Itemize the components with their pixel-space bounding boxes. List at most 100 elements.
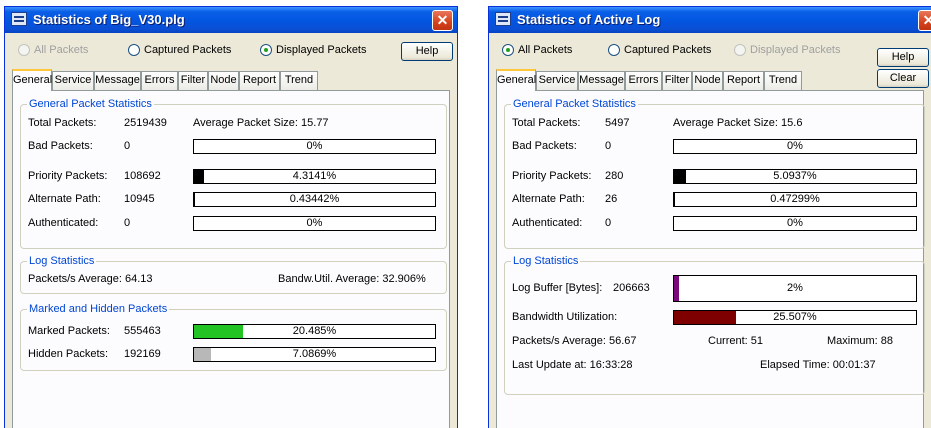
log-statistics-group: Log Statistics Log Buffer [Bytes]: 20666…	[504, 255, 925, 395]
alternate-path-value: 10945	[124, 193, 155, 205]
marked-packets-percent: 20.485%	[292, 325, 337, 337]
left-title-bar[interactable]: Statistics of Big_V30.plg ✕	[5, 7, 457, 33]
tab-node[interactable]: Node	[208, 71, 239, 90]
marked-hidden-packets-group: Marked and Hidden Packets Marked Packets…	[20, 303, 447, 371]
tab-filter[interactable]: Filter	[178, 71, 208, 90]
authenticated-bar: 0%	[193, 216, 436, 231]
packets-per-second-average: Packets/s Average: 64.13	[28, 273, 153, 285]
tab-report[interactable]: Report	[239, 71, 280, 90]
authenticated-value: 0	[605, 217, 612, 229]
priority-packets-value: 280	[605, 170, 624, 182]
bad-packets-percent: 0%	[306, 140, 323, 152]
tab-errors[interactable]: Errors	[625, 71, 662, 90]
tab-node[interactable]: Node	[692, 71, 723, 90]
right-statistics-window: Statistics of Active Log ✕ All Packets C…	[488, 6, 931, 428]
priority-packets-label: Priority Packets:	[512, 170, 592, 182]
tab-general[interactable]: General	[496, 69, 536, 91]
radio-captured-packets[interactable]: Captured Packets	[128, 44, 231, 56]
radio-all-packets[interactable]: All Packets	[18, 44, 88, 56]
close-icon[interactable]: ✕	[432, 10, 453, 31]
general-tab-panel: General Packet Statistics Total Packets:…	[12, 90, 450, 428]
log-buffer-percent: 2%	[787, 282, 803, 294]
radio-displayed-packets[interactable]: Displayed Packets	[260, 44, 367, 56]
marked-packets-label: Marked Packets:	[28, 325, 110, 337]
total-packets-value: 2519439	[124, 117, 167, 129]
total-packets-label: Total Packets:	[512, 117, 581, 129]
left-window-title: Statistics of Big_V30.plg	[33, 12, 185, 27]
tab-report[interactable]: Report	[723, 71, 764, 90]
bad-packets-value: 0	[605, 140, 612, 152]
bad-packets-bar: 0%	[193, 139, 436, 154]
tab-trend[interactable]: Trend	[764, 71, 802, 90]
radio-captured-packets[interactable]: Captured Packets	[608, 44, 711, 56]
tab-service[interactable]: Service	[536, 71, 578, 90]
authenticated-percent: 0%	[306, 217, 323, 229]
tab-message[interactable]: Message	[94, 71, 141, 90]
priority-packets-bar: 4.3141%	[193, 169, 436, 184]
alternate-path-percent: 0.47299%	[770, 193, 820, 205]
authenticated-bar: 0%	[673, 216, 917, 231]
tab-trend[interactable]: Trend	[280, 71, 318, 90]
group-title: Log Statistics	[511, 255, 581, 267]
radio-displayed-packets[interactable]: Displayed Packets	[734, 44, 841, 56]
tab-message[interactable]: Message	[578, 71, 625, 90]
total-packets-label: Total Packets:	[28, 117, 97, 129]
authenticated-label: Authenticated:	[512, 217, 583, 229]
right-title-bar[interactable]: Statistics of Active Log ✕	[489, 7, 931, 33]
hidden-packets-percent: 7.0869%	[292, 348, 337, 360]
hidden-packets-bar: 7.0869%	[193, 347, 436, 362]
right-window-title: Statistics of Active Log	[517, 12, 661, 27]
general-packet-statistics-group: General Packet Statistics Total Packets:…	[20, 98, 447, 249]
marked-packets-bar: 20.485%	[193, 324, 436, 339]
alternate-path-label: Alternate Path:	[28, 193, 101, 205]
group-title: General Packet Statistics	[511, 98, 638, 110]
app-window-icon	[11, 12, 27, 26]
tab-general[interactable]: General	[12, 69, 52, 91]
radio-all-packets[interactable]: All Packets	[502, 44, 572, 56]
alternate-path-bar: 0.43442%	[193, 192, 436, 207]
group-title: Marked and Hidden Packets	[27, 303, 170, 315]
bad-packets-value: 0	[124, 140, 131, 152]
log-statistics-group: Log Statistics Packets/s Average: 64.13 …	[20, 255, 447, 294]
log-buffer-bar: 2%	[673, 275, 917, 302]
alternate-path-value: 26	[605, 193, 618, 205]
average-packet-size: Average Packet Size: 15.77	[193, 117, 329, 129]
priority-packets-label: Priority Packets:	[28, 170, 108, 182]
total-packets-value: 5497	[605, 117, 630, 129]
average-packet-size: Average Packet Size: 15.6	[673, 117, 803, 129]
help-button[interactable]: Help	[401, 42, 453, 61]
alternate-path-label: Alternate Path:	[512, 193, 585, 205]
left-statistics-window: Statistics of Big_V30.plg ✕ All Packets …	[4, 6, 458, 428]
current-rate: Current: 51	[708, 335, 764, 347]
alternate-path-bar: 0.47299%	[673, 192, 917, 207]
marked-packets-value: 555463	[124, 325, 161, 337]
app-window-icon	[495, 12, 511, 26]
close-icon[interactable]: ✕	[918, 10, 931, 31]
group-title: General Packet Statistics	[27, 98, 154, 110]
last-update-time: Last Update at: 16:33:28	[512, 359, 633, 371]
authenticated-value: 0	[124, 217, 131, 229]
bandwidth-utilization-percent: 25.507%	[773, 311, 817, 323]
tab-service[interactable]: Service	[52, 71, 94, 90]
group-title: Log Statistics	[27, 255, 97, 267]
tab-errors[interactable]: Errors	[141, 71, 178, 90]
bandwidth-utilization-label: Bandwidth Utilization:	[512, 311, 618, 323]
elapsed-time: Elapsed Time: 00:01:37	[760, 359, 876, 371]
general-tab-panel: General Packet Statistics Total Packets:…	[496, 90, 925, 428]
bandwidth-utilization-bar: 25.507%	[673, 310, 917, 325]
packets-per-second-average: Packets/s Average: 56.67	[512, 335, 637, 347]
tab-filter[interactable]: Filter	[662, 71, 692, 90]
bad-packets-label: Bad Packets:	[512, 140, 577, 152]
authenticated-percent: 0%	[787, 217, 803, 229]
bad-packets-percent: 0%	[787, 140, 803, 152]
log-buffer-label: Log Buffer [Bytes]:	[512, 282, 603, 294]
general-packet-statistics-group: General Packet Statistics Total Packets:…	[504, 98, 925, 249]
help-button[interactable]: Help	[877, 48, 929, 67]
priority-packets-percent: 5.0937%	[773, 170, 817, 182]
bad-packets-label: Bad Packets:	[28, 140, 93, 152]
clear-button[interactable]: Clear	[877, 69, 929, 88]
log-buffer-value: 206663	[613, 282, 650, 294]
hidden-packets-label: Hidden Packets:	[28, 348, 109, 360]
priority-packets-percent: 4.3141%	[292, 170, 337, 182]
bandwidth-util-average: Bandw.Util. Average: 32.906%	[278, 273, 426, 285]
